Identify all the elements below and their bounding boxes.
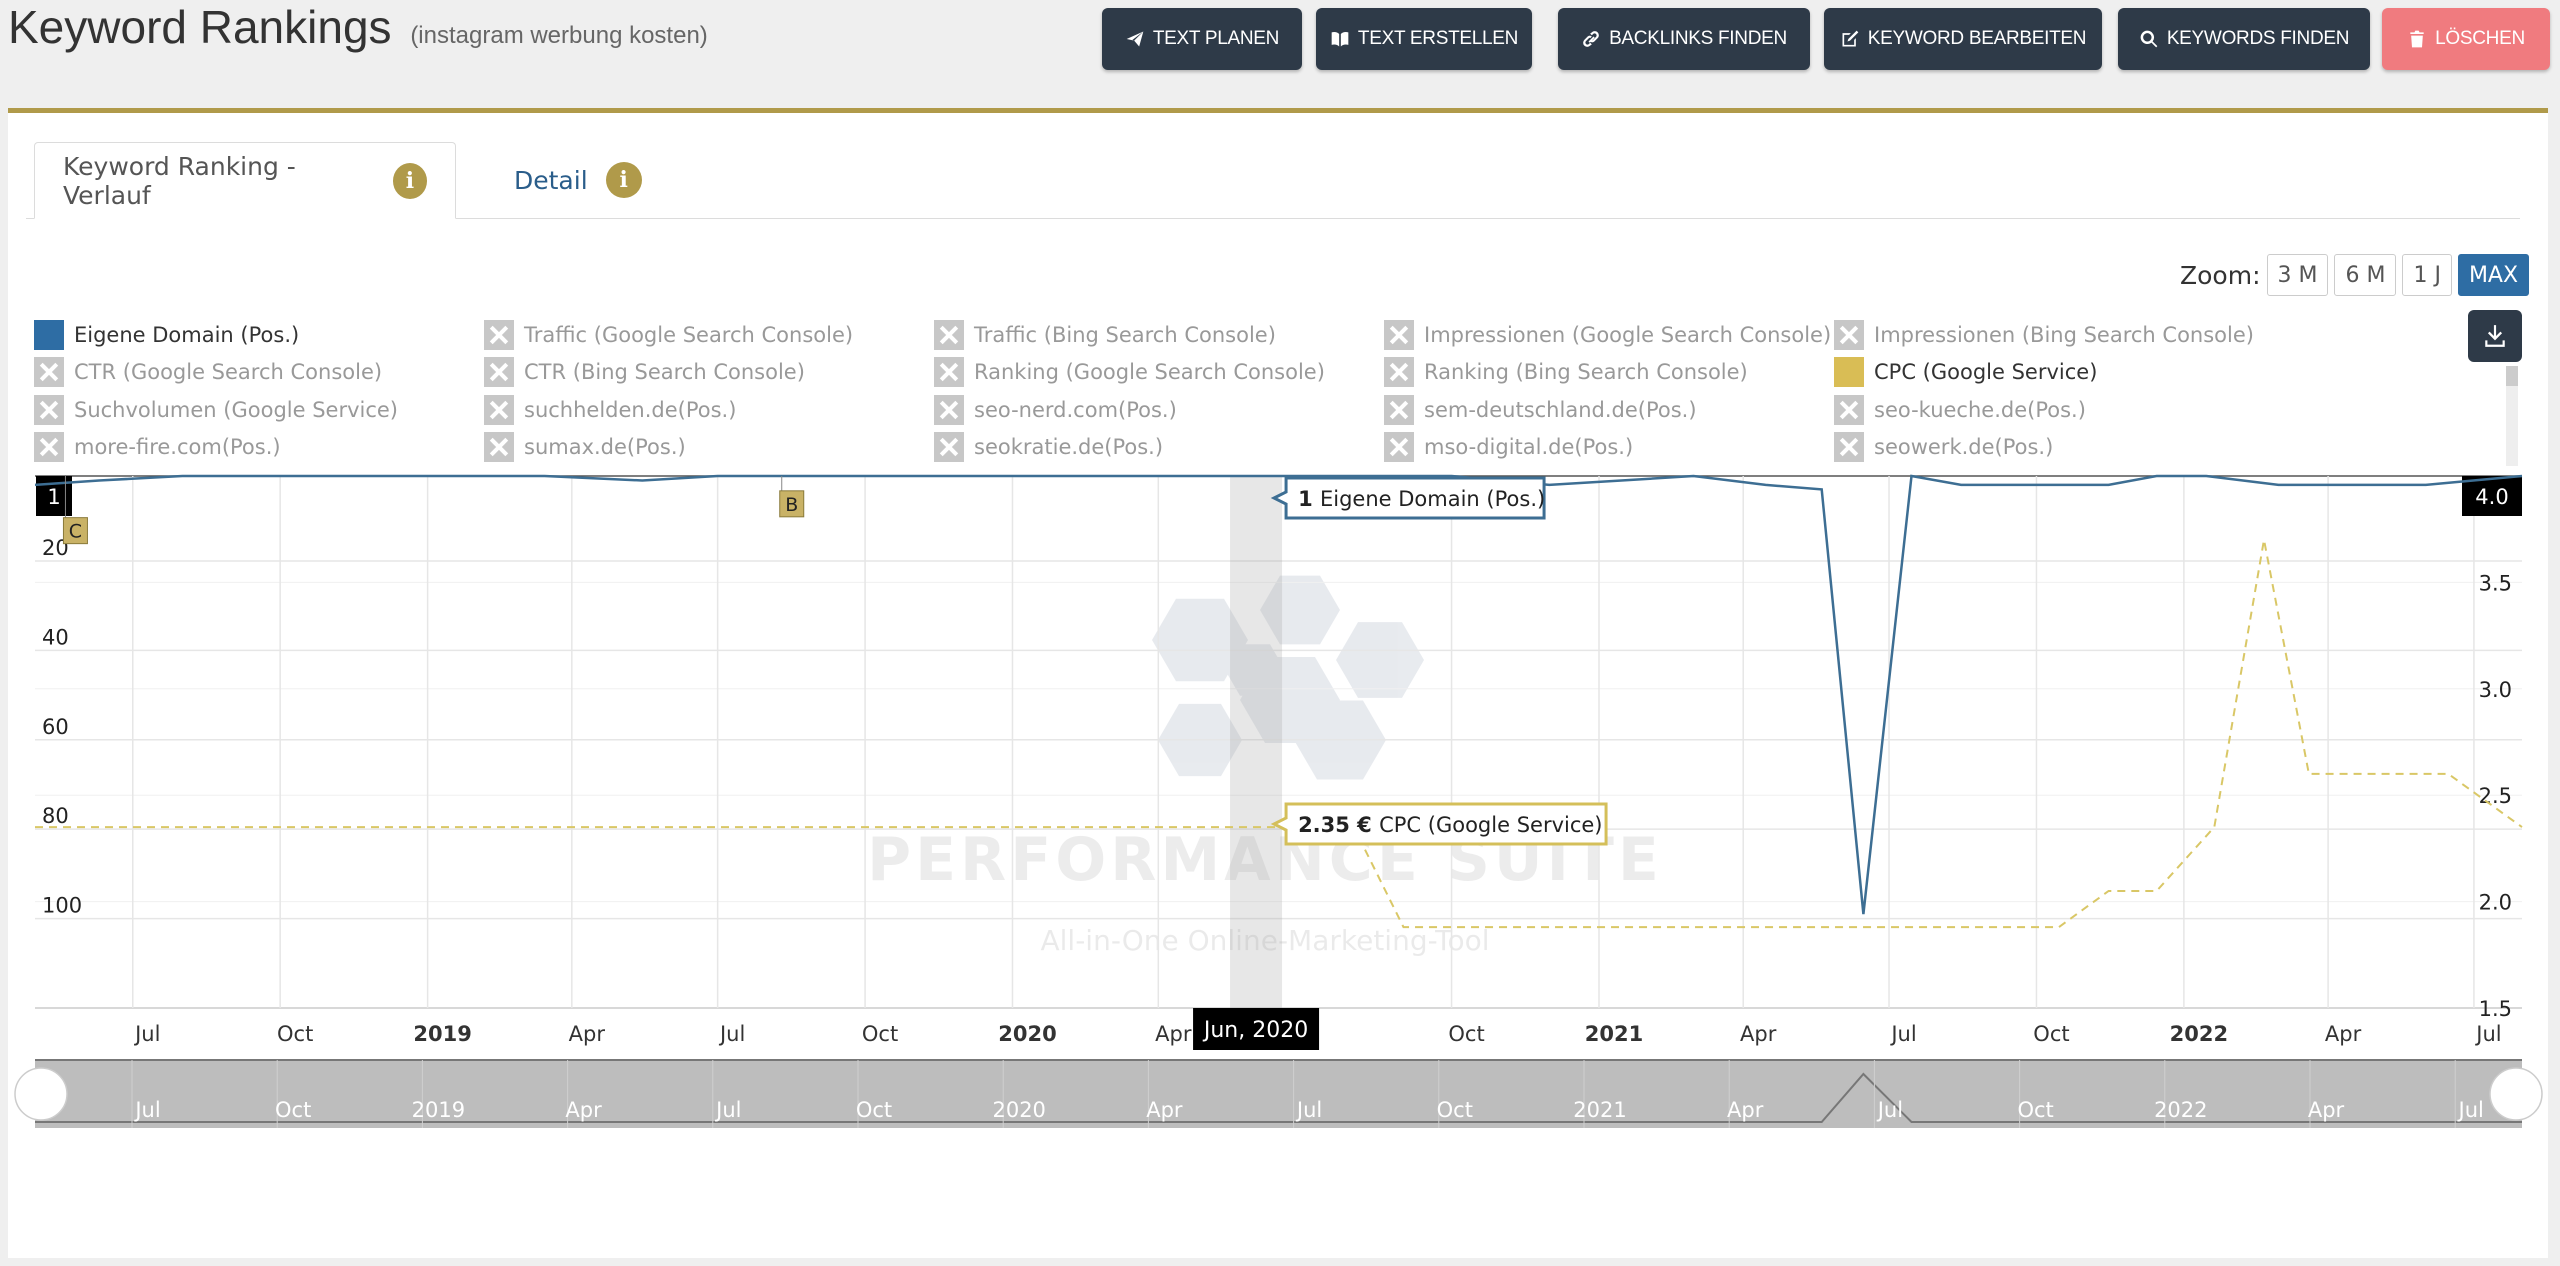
tooltip-text: 2.35 € CPC (Google Service)	[1298, 813, 1602, 837]
navigator-tick-label: Oct	[856, 1098, 892, 1122]
watermark-logo	[1152, 575, 1424, 780]
tooltip-series-name: Eigene Domain (Pos.)	[1320, 487, 1545, 511]
x-axis-tick-label: Apr	[569, 1022, 606, 1046]
crosshair-band	[1230, 476, 1283, 1008]
x-axis-tick-label: Jul	[133, 1022, 160, 1046]
flag-marker-b: B	[779, 476, 805, 518]
watermark-hexagon	[1336, 622, 1424, 698]
tooltip-value: 2.35 €	[1298, 813, 1379, 837]
y-left-tick-label: 40	[42, 625, 69, 649]
flag-label: C	[69, 521, 82, 543]
flag-label: B	[785, 494, 798, 516]
tooltip-text: 1 Eigene Domain (Pos.)	[1298, 487, 1545, 511]
navigator-tick-label: Apr	[565, 1098, 602, 1122]
x-axis-tick-label: Jul	[2474, 1022, 2501, 1046]
y-left-tick-label: 80	[42, 804, 69, 828]
tooltip-series-name: CPC (Google Service)	[1379, 813, 1602, 837]
navigator-tick-label: 2021	[1573, 1098, 1626, 1122]
navigator-tick-label: 2020	[992, 1098, 1045, 1122]
x-axis-tick-label: 2021	[1585, 1022, 1643, 1046]
x-axis-tick-label: Apr	[2325, 1022, 2362, 1046]
navigator-tick-label: Apr	[2308, 1098, 2345, 1122]
x-axis-tick-label: 2022	[2170, 1022, 2228, 1046]
crosshair-date-text: Jun, 2020	[1202, 1018, 1308, 1043]
navigator-tick-label: Jul	[2457, 1098, 2484, 1122]
x-axis-tick-label: Oct	[1448, 1022, 1484, 1046]
x-axis-tick-label: 2019	[413, 1022, 471, 1046]
crosshair-date-label: Jun, 2020	[1193, 1008, 1320, 1050]
range-navigator: Jul Oct 2019 Apr Jul Oct 2020 Apr Jul Oct 2021 Apr J…	[14, 1059, 2543, 1128]
x-axis-tick-label: 2020	[998, 1022, 1056, 1046]
tooltip-value: 1	[1298, 487, 1320, 511]
navigator-bg	[35, 1060, 2522, 1128]
navigator-tick-label: Apr	[1146, 1098, 1183, 1122]
navigator-tick-label: Jul	[1295, 1098, 1322, 1122]
navigator-tick-label: Oct	[2017, 1098, 2053, 1122]
navigator-tick-label: 2022	[2154, 1098, 2207, 1122]
x-axis-tick-label: Apr	[1740, 1022, 1777, 1046]
tooltip-eigene-domain-pos: 1 Eigene Domain (Pos.)	[1270, 476, 1546, 520]
x-axis-tick-label: Apr	[1155, 1022, 1192, 1046]
y-right-tick-label: 3.0	[2479, 678, 2512, 702]
navigator-handle-right[interactable]	[2489, 1067, 2543, 1121]
y-right-tick-label: 2.0	[2479, 891, 2512, 915]
ranking-chart: PERFORMANCE SUITEAll-in-One Online-Marke…	[14, 474, 2543, 1128]
y-right-tick-label: 2.5	[2479, 784, 2512, 808]
x-axis-tick-label: Oct	[2033, 1022, 2069, 1046]
navigator-tick-label: Apr	[1727, 1098, 1764, 1122]
navigator-tick-label: Jul	[714, 1098, 741, 1122]
x-axis-tick-label: Oct	[277, 1022, 313, 1046]
x-axis-tick-label: Oct	[862, 1022, 898, 1046]
navigator-tick-label: Jul	[1876, 1098, 1903, 1122]
y-right-tick-label: 3.5	[2479, 571, 2512, 595]
navigator-handle-left[interactable]	[14, 1067, 68, 1121]
y-right-end-text: 4.0	[2475, 485, 2508, 509]
navigator-tick-label: 2019	[412, 1098, 465, 1122]
y-right-tick-label: 1.5	[2479, 997, 2512, 1021]
y-right-end-label: 4.0	[2462, 476, 2522, 516]
x-axis-tick-label: Jul	[718, 1022, 745, 1046]
tooltip-cpc-google-service: 2.35 € CPC (Google Service)	[1270, 802, 1608, 846]
y-left-tick-label: 60	[42, 715, 69, 739]
navigator-tick-label: Jul	[133, 1098, 160, 1122]
navigator-tick-label: Oct	[275, 1098, 311, 1122]
y-left-end-text: 1	[47, 485, 60, 509]
x-axis-tick-label: Jul	[1889, 1022, 1916, 1046]
y-left-tick-label: 100	[42, 894, 82, 918]
navigator-tick-label: Oct	[1437, 1098, 1473, 1122]
